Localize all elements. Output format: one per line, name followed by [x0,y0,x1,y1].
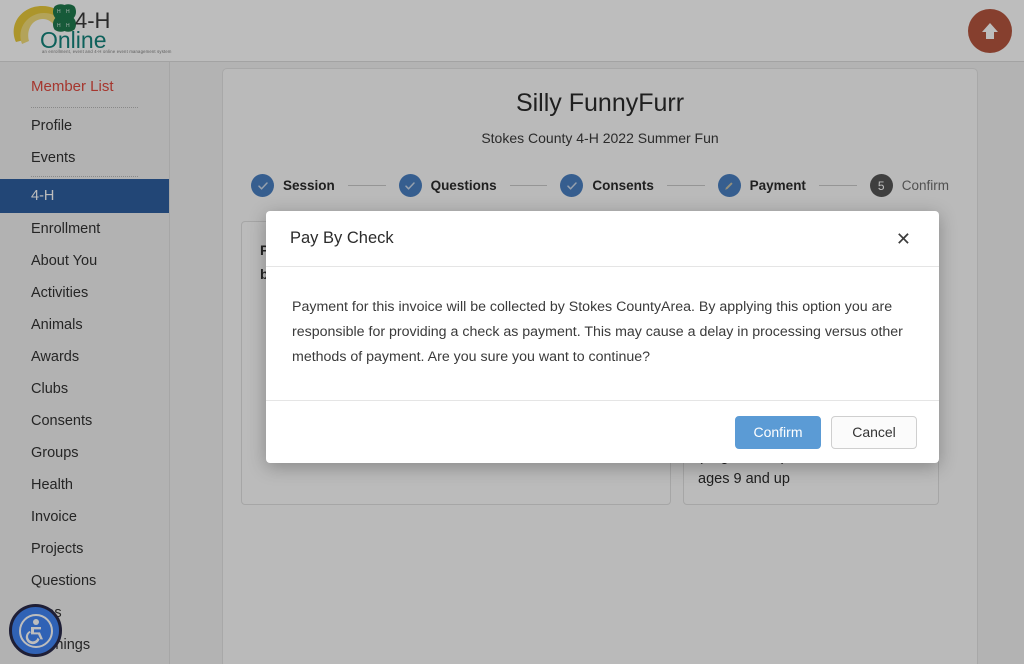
dialog-message: Payment for this invoice will be collect… [292,295,913,370]
confirm-button[interactable]: Confirm [735,416,821,449]
dialog-title: Pay By Check [290,229,890,248]
dialog-footer: Confirm Cancel [266,401,939,463]
dialog-header: Pay By Check ✕ [266,211,939,267]
close-x-icon[interactable]: ✕ [890,226,917,252]
cancel-button[interactable]: Cancel [831,416,917,449]
pay-by-check-dialog: Pay By Check ✕ Payment for this invoice … [266,211,939,463]
app-root: HH HH 4-H Online an enrollment, event an… [0,0,1024,664]
dialog-body: Payment for this invoice will be collect… [266,267,939,401]
